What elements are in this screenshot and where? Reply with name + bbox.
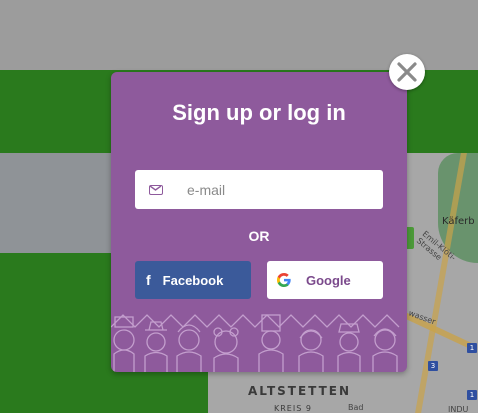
mail-icon — [149, 184, 163, 195]
map-label-bad: Bad — [348, 403, 364, 412]
email-input[interactable] — [185, 180, 369, 199]
google-label: Google — [306, 272, 351, 288]
facebook-login-button[interactable]: f Facebook — [135, 261, 251, 299]
map-label-kafer: Käferb — [442, 216, 475, 227]
close-button[interactable] — [389, 54, 425, 90]
google-login-button[interactable]: Google — [267, 261, 383, 299]
close-icon — [397, 62, 417, 82]
map-label-kreis: KREIS 9 — [274, 404, 312, 413]
characters-illustration — [111, 314, 400, 372]
email-field[interactable] — [135, 170, 383, 209]
facebook-label: Facebook — [162, 272, 224, 288]
facebook-icon: f — [146, 272, 151, 288]
map-route-badge: 1 — [467, 390, 477, 400]
google-icon — [277, 273, 291, 287]
login-modal: Sign up or log in OR f Facebook Google — [111, 72, 407, 372]
map-label-indu: INDU — [448, 405, 469, 413]
map-route-badge: 3 — [428, 361, 438, 371]
map-route-badge: 1 — [467, 343, 477, 353]
or-divider: OR — [248, 228, 270, 244]
modal-title: Sign up or log in — [172, 100, 346, 125]
map-label-district: ALTSTETTEN — [248, 384, 352, 398]
